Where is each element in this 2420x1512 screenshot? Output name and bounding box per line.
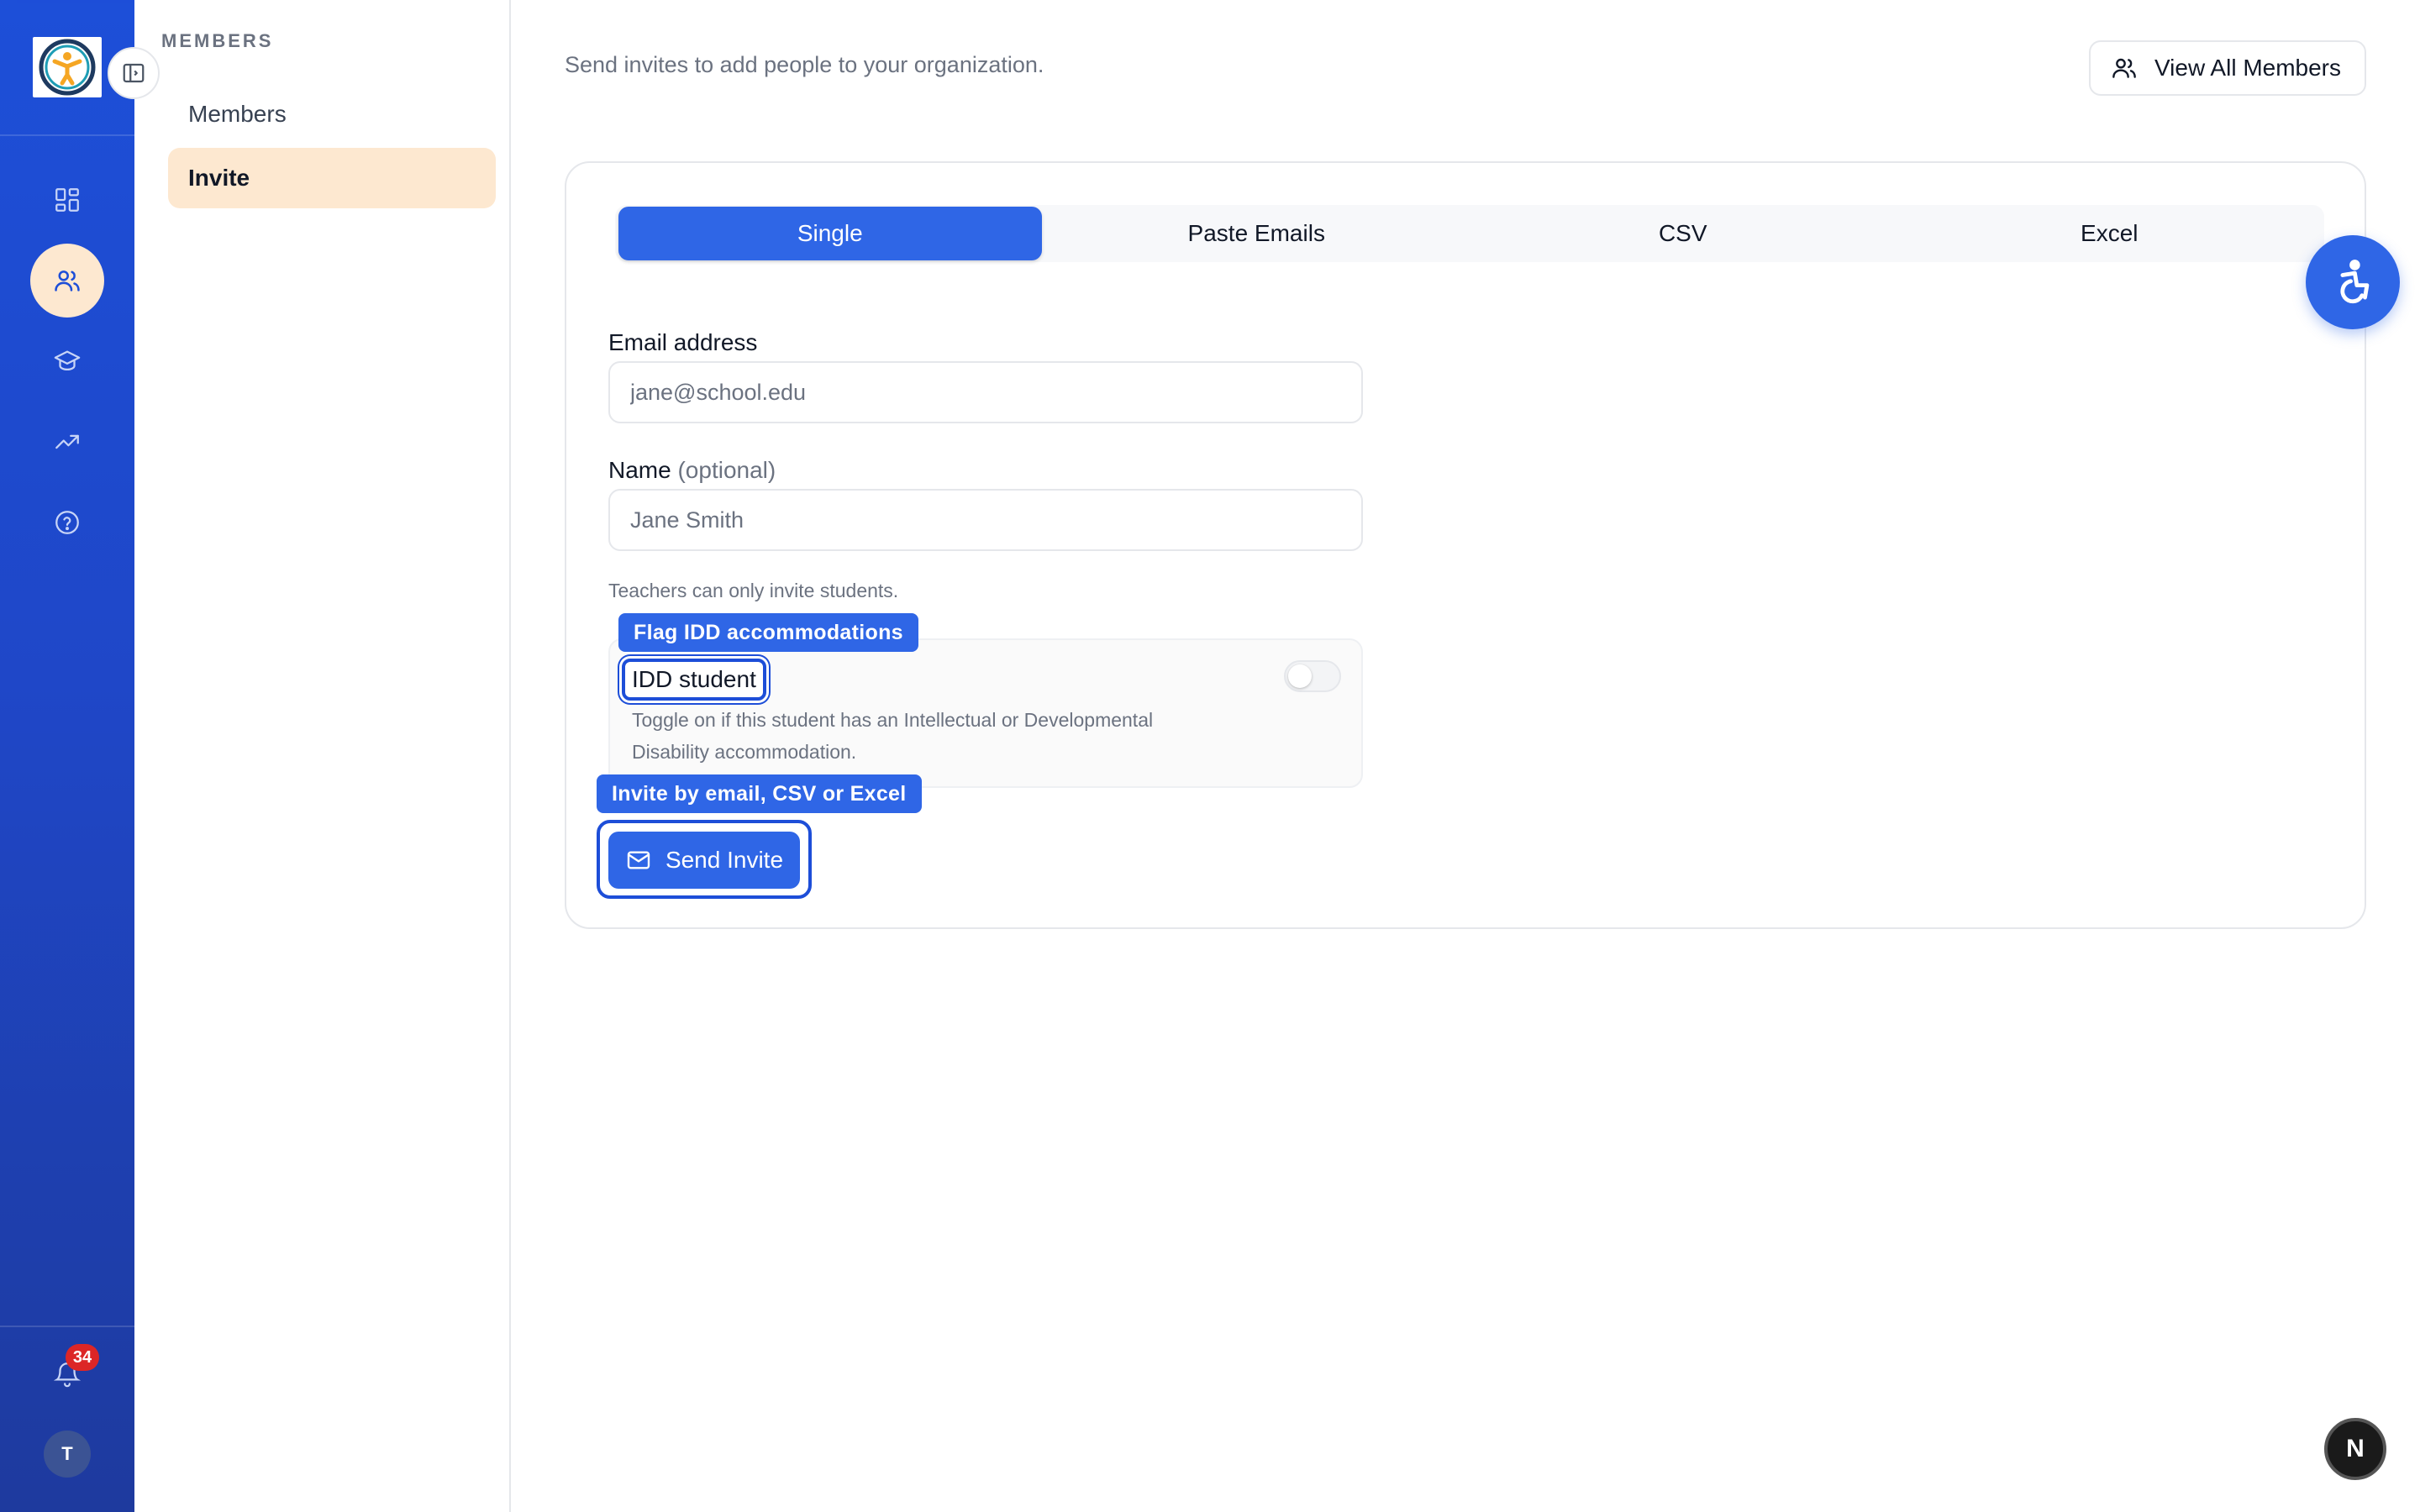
send-tooltip: Invite by email, CSV or Excel (597, 774, 922, 813)
tab-excel[interactable]: Excel (1898, 207, 2322, 260)
idd-tooltip: Flag IDD accommodations (618, 613, 918, 652)
invite-mode-tabs: Single Paste Emails CSV Excel (615, 205, 2324, 262)
collapse-sidebar-button[interactable] (108, 47, 160, 99)
sidebar-rail: 34 T (0, 0, 274, 1512)
next-devtools-button[interactable]: N (2324, 1418, 2386, 1480)
email-field[interactable] (608, 361, 1363, 423)
idd-student-panel: IDD student Toggle on if this student ha… (608, 638, 1363, 788)
members-submenu: MEMBERS Members Invite (134, 0, 511, 1512)
toggle-knob (1288, 664, 1312, 688)
name-label-text: Name (608, 457, 671, 483)
email-label: Email address (608, 329, 758, 355)
idd-student-title: IDD student (622, 659, 766, 701)
rail-analytics[interactable] (30, 405, 104, 479)
name-label: Name (optional) (608, 457, 776, 484)
invite-card: Single Paste Emails CSV Excel Email addr… (565, 161, 2366, 929)
rail-divider-bottom (0, 1326, 134, 1327)
rail-dashboard[interactable] (30, 163, 104, 237)
page-subtitle: Send invites to add people to your organ… (565, 52, 1044, 77)
graduation-cap-icon (54, 350, 81, 371)
trending-up-icon (55, 434, 79, 449)
members-icon (2112, 58, 2136, 78)
name-field[interactable] (608, 489, 1363, 551)
mail-icon (627, 851, 650, 869)
dashboard-grid-icon (55, 188, 79, 212)
invite-hint: Teachers can only invite students. (608, 580, 899, 601)
help-circle-icon (55, 511, 79, 534)
accessibility-icon (2340, 260, 2370, 304)
rail-divider (0, 134, 134, 136)
app-logo[interactable] (33, 37, 102, 97)
submenu-item-invite[interactable]: Invite (168, 148, 496, 208)
send-invite-button[interactable]: Send Invite (608, 832, 800, 889)
members-icon (55, 270, 80, 291)
accessibility-button[interactable] (2306, 235, 2400, 329)
user-avatar[interactable]: T (44, 1431, 91, 1478)
submenu-heading: MEMBERS (161, 30, 274, 51)
view-all-members-label: View All Members (2154, 55, 2342, 81)
sidebar-panel-icon (123, 63, 145, 83)
tab-paste-emails[interactable]: Paste Emails (1045, 207, 1469, 260)
view-all-members-button[interactable]: View All Members (2089, 40, 2366, 96)
tab-csv[interactable]: CSV (1471, 207, 1895, 260)
idd-student-description: Toggle on if this student has an Intelle… (632, 709, 1154, 763)
send-invite-label: Send Invite (665, 847, 784, 873)
name-optional-text: (optional) (677, 457, 776, 483)
rail-members[interactable] (30, 244, 104, 318)
notification-badge: 34 (66, 1344, 99, 1371)
submenu-item-members[interactable]: Members (168, 84, 496, 144)
idd-student-toggle[interactable] (1284, 660, 1341, 692)
rail-help[interactable] (30, 486, 104, 559)
rail-courses[interactable] (30, 324, 104, 398)
tab-single[interactable]: Single (618, 207, 1042, 260)
